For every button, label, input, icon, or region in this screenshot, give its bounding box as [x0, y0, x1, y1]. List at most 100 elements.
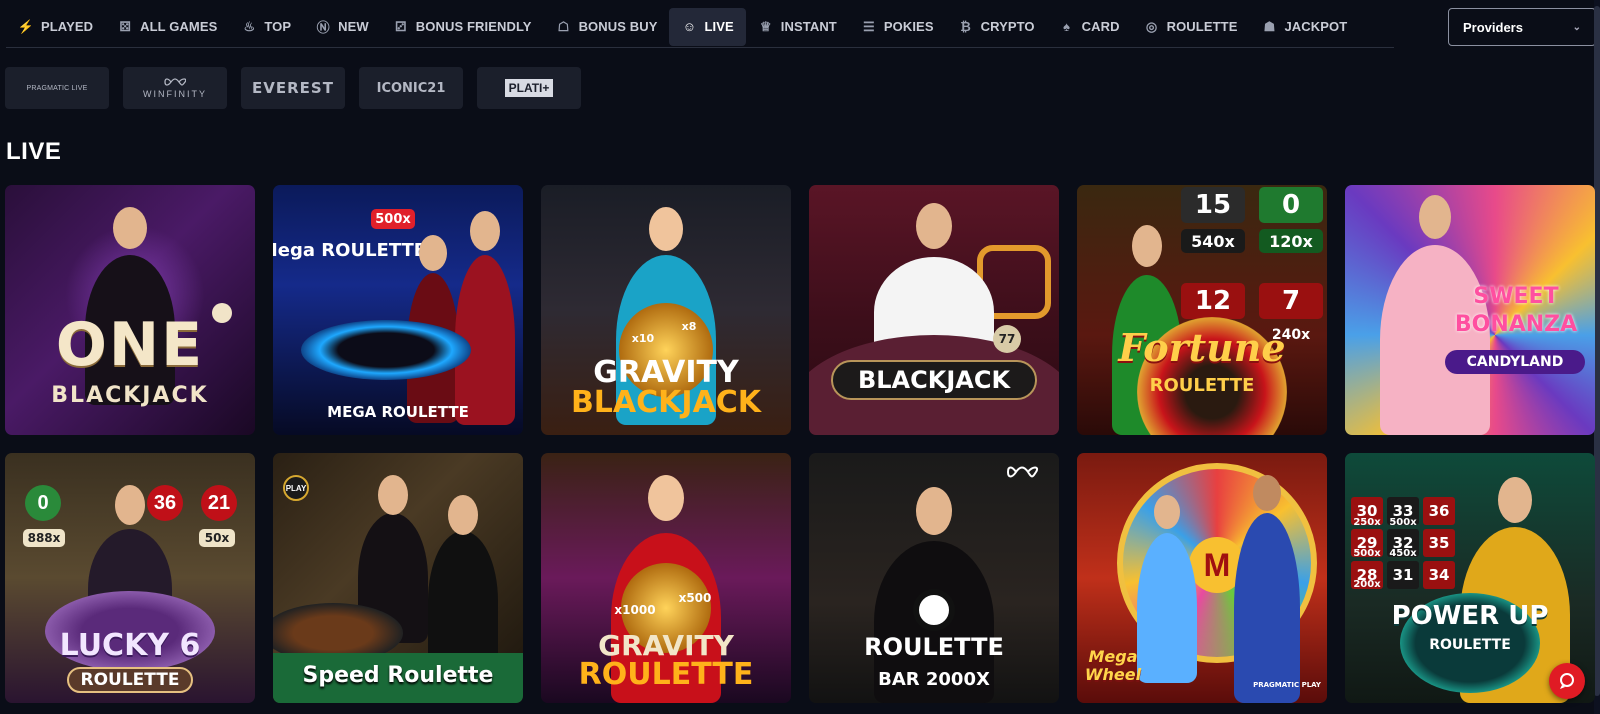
play-badge-icon: PLAY — [283, 475, 309, 501]
number-tile: 30 — [1351, 497, 1383, 525]
multiplier-right: x500 — [678, 591, 712, 605]
game-tile-speed-roulette[interactable]: PLAY Speed Roulette — [273, 453, 523, 703]
new-badge-icon: Ⓝ — [316, 20, 330, 35]
nav-item-jackpot[interactable]: ☗ JACKPOT — [1249, 8, 1359, 46]
number-tile: 7 — [1259, 283, 1323, 319]
number-ball: 36 — [147, 485, 183, 521]
provider-logo-row: PRAGMATIC LIVE WINFINITY EVEREST ICONIC2… — [5, 67, 581, 109]
game-tile-one-blackjack[interactable]: ONE BLACKJACK — [5, 185, 255, 435]
multiplier-tile: 540x — [1181, 229, 1245, 253]
game-subtitle: ROULETTE — [578, 657, 754, 692]
providers-label: Providers — [1463, 19, 1523, 35]
flame-icon: ♨ — [243, 18, 256, 34]
nav-item-instant[interactable]: ♕ INSTANT — [746, 8, 849, 46]
table-badge: 77 — [993, 325, 1021, 353]
provider-everest[interactable]: EVEREST — [241, 67, 345, 109]
game-tile-fortune-roulette[interactable]: 15 0 540x 120x 12 7 240x Fortune ROULETT… — [1077, 185, 1327, 435]
game-tile-sweet-bonanza-candyland[interactable]: SWEET BONANZA CANDYLAND — [1345, 185, 1595, 435]
provider-iconic21[interactable]: ICONIC21 — [359, 67, 463, 109]
nav-item-label: POKIES — [883, 19, 934, 34]
nav-item-crypto[interactable]: ₿ CRYPTO — [946, 8, 1047, 46]
game-title: Mega Wheel — [1084, 647, 1142, 684]
number-tile: 35 — [1423, 529, 1455, 557]
live-chat-button[interactable] — [1549, 663, 1585, 699]
jackpot-icon: ☗ — [1263, 18, 1276, 34]
one-badge-icon — [212, 303, 232, 323]
game-title: SWEET BONANZA — [1454, 284, 1578, 337]
provider-label: PRAGMATIC LIVE — [26, 84, 88, 92]
section-title: LIVE — [6, 138, 62, 165]
game-title: Speed Roulette — [302, 663, 494, 688]
provider-winfinity[interactable]: WINFINITY — [123, 67, 227, 109]
number-ball: 21 — [201, 485, 237, 521]
dealer-head — [419, 235, 447, 271]
number-ball: 0 — [25, 485, 61, 521]
slot-777-icon: ☰ — [862, 18, 875, 34]
host-figure-right — [1234, 513, 1300, 703]
nav-item-label: LIVE — [704, 19, 734, 34]
dice-icon: ⚄ — [119, 18, 131, 34]
nav-item-label: BONUS BUY — [578, 19, 658, 34]
nav-item-label: JACKPOT — [1284, 19, 1348, 34]
dealer-head — [470, 211, 500, 251]
game-subtitle: BAR 2000X — [878, 669, 990, 690]
nav-item-new[interactable]: Ⓝ NEW — [303, 8, 381, 46]
number-tile: 31 — [1387, 561, 1419, 589]
nav-item-bonus-friendly[interactable]: ⚂ BONUS FRIENDLY — [381, 8, 544, 46]
number-tile: 29 — [1351, 529, 1383, 557]
game-tile-gravity-roulette[interactable]: x1000 x500 GRAVITY ROULETTE — [541, 453, 791, 703]
bonus-dice-icon: ⚂ — [395, 18, 407, 34]
number-tile: 12 — [1181, 283, 1245, 319]
game-tile-lucky-6-roulette[interactable]: 0 36 21 888x 50x LUCKY 6 ROULETTE — [5, 453, 255, 703]
nav-item-pokies[interactable]: ☰ POKIES — [849, 8, 946, 46]
multiplier-left: x10 — [631, 331, 655, 345]
cards-icon: ♠ — [1063, 19, 1071, 34]
multiplier-right: x8 — [681, 319, 697, 333]
number-tile: 33 — [1387, 497, 1419, 525]
number-tile: 36 — [1423, 497, 1455, 525]
dealer-head — [448, 495, 478, 535]
game-title: BLACKJACK — [831, 360, 1037, 400]
dealer-head — [916, 203, 952, 249]
game-tile-gravity-blackjack[interactable]: x10 x8 GRAVITY BLACKJACK — [541, 185, 791, 435]
nav-item-bonus-buy[interactable]: ☖ BONUS BUY — [544, 8, 670, 46]
nav-item-all-games[interactable]: ⚄ ALL GAMES — [105, 8, 229, 46]
game-subtitle: BLACKJACK — [570, 385, 762, 420]
dealer-figure — [1380, 245, 1490, 435]
roulette-wheel-icon — [913, 589, 955, 631]
provider-label: PLATI+ — [504, 79, 554, 97]
nav-item-roulette[interactable]: ◎ ROULETTE — [1132, 8, 1250, 46]
nav-item-label: TOP — [264, 19, 292, 34]
provider-label: ICONIC21 — [376, 80, 446, 96]
game-subtitle: ROULETTE — [1429, 637, 1511, 653]
game-tile-mega-wheel[interactable]: M Mega Wheel PRAGMATIC PLAY — [1077, 453, 1327, 703]
game-tile-mega-roulette[interactable]: 500x Mega ROULETTE MEGA ROULETTE — [273, 185, 523, 435]
game-tile-blackjack[interactable]: 77 BLACKJACK — [809, 185, 1059, 435]
game-subtitle: MEGA ROULETTE — [327, 403, 469, 421]
providers-dropdown[interactable]: Providers ⌄ — [1448, 8, 1596, 46]
nav-item-label: CARD — [1081, 19, 1120, 34]
dealer-figure-right — [428, 531, 498, 671]
nav-item-label: INSTANT — [780, 19, 837, 34]
dealer-head — [1132, 225, 1162, 267]
number-tile: 28 — [1351, 561, 1383, 589]
roulette-icon: ◎ — [1145, 18, 1158, 34]
game-tile-roulette-bar-2000x[interactable]: ROULETTE BAR 2000X — [809, 453, 1059, 703]
number-tile: 15 — [1181, 187, 1245, 223]
number-tile: 34 — [1423, 561, 1455, 589]
dealer-head — [378, 475, 408, 515]
host-figure-left — [1137, 533, 1197, 683]
provider-pragmatic-live[interactable]: PRAGMATIC LIVE — [5, 67, 109, 109]
nav-item-label: BONUS FRIENDLY — [415, 19, 532, 34]
nav-item-card[interactable]: ♠ CARD — [1047, 8, 1132, 46]
host-head — [1253, 475, 1281, 511]
game-title: LUCKY 6 — [59, 628, 201, 663]
provider-plati[interactable]: PLATI+ — [477, 67, 581, 109]
game-subtitle: BLACKJACK — [51, 383, 209, 408]
dealer-head — [115, 485, 145, 525]
nav-item-played[interactable]: ⚡ PLAYED — [6, 8, 105, 46]
nav-item-live[interactable]: ☺ LIVE — [669, 7, 746, 46]
nav-item-top[interactable]: ♨ TOP — [229, 8, 303, 46]
nav-item-label: PLAYED — [41, 19, 94, 34]
winfinity-logo-icon — [1007, 466, 1038, 478]
